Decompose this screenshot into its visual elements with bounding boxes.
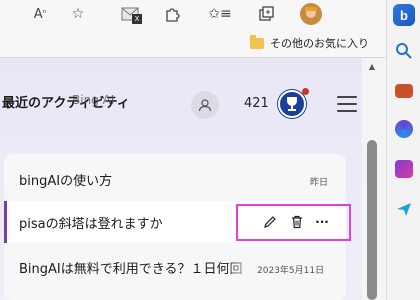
text-fade — [226, 256, 256, 276]
panel-title: 最近のアクティビティ Bing AI — [2, 92, 130, 111]
favorites-bar: その他のお気に入り — [0, 28, 386, 58]
read-aloud-icon[interactable]: Aⁿ — [30, 4, 50, 24]
browser-toolbar: Aⁿ ☆ X ✩≡ — [0, 0, 386, 28]
list-item-title: BingAIは無料で利用できる？１日何回 — [19, 262, 243, 277]
copilot-icon[interactable] — [395, 120, 413, 138]
briefcase-icon[interactable] — [395, 84, 413, 98]
rewards-trophy-icon[interactable] — [278, 90, 306, 118]
mail-badge: X — [132, 14, 142, 24]
send-icon[interactable] — [395, 200, 413, 218]
scrollbar-thumb[interactable] — [367, 140, 377, 300]
designer-icon[interactable] — [395, 160, 413, 178]
list-item-title: pisaの斜塔は登れますか — [19, 217, 163, 232]
hamburger-menu-icon[interactable] — [337, 96, 357, 112]
list-item-date: 昨日 — [310, 178, 329, 188]
list-item-date: 2023年5月11日 — [257, 266, 325, 276]
folder-icon — [250, 34, 264, 49]
bing-icon[interactable]: b — [393, 4, 415, 26]
action-highlight-box — [236, 204, 351, 241]
edge-sidebar: b — [386, 0, 420, 300]
favorites-icon[interactable]: ✩≡ — [208, 4, 231, 24]
collections-icon[interactable] — [256, 4, 276, 24]
rewards-points: 421 — [244, 96, 269, 111]
mail-icon[interactable]: X — [120, 4, 142, 24]
profile-avatar[interactable] — [300, 3, 322, 25]
panel-title-overlap: Bing AI — [72, 93, 115, 107]
list-item-title: bingAIの使い方 — [19, 174, 113, 189]
search-icon[interactable] — [395, 42, 413, 60]
selected-accent-bar — [4, 201, 7, 243]
extensions-icon[interactable] — [162, 4, 182, 24]
user-icon[interactable] — [191, 91, 219, 119]
list-item[interactable]: BingAIは無料で利用できる？１日何回 2023年5月11日 — [4, 246, 346, 288]
scroll-up-icon[interactable]: ▲ — [366, 62, 378, 72]
folder-label: その他のお気に入り — [270, 37, 369, 50]
list-item[interactable]: bingAIの使い方 昨日 — [4, 158, 346, 200]
notification-dot — [302, 88, 309, 95]
add-favorite-icon[interactable]: ☆ — [68, 4, 88, 24]
other-favorites-folder[interactable]: その他のお気に入り — [250, 34, 369, 52]
